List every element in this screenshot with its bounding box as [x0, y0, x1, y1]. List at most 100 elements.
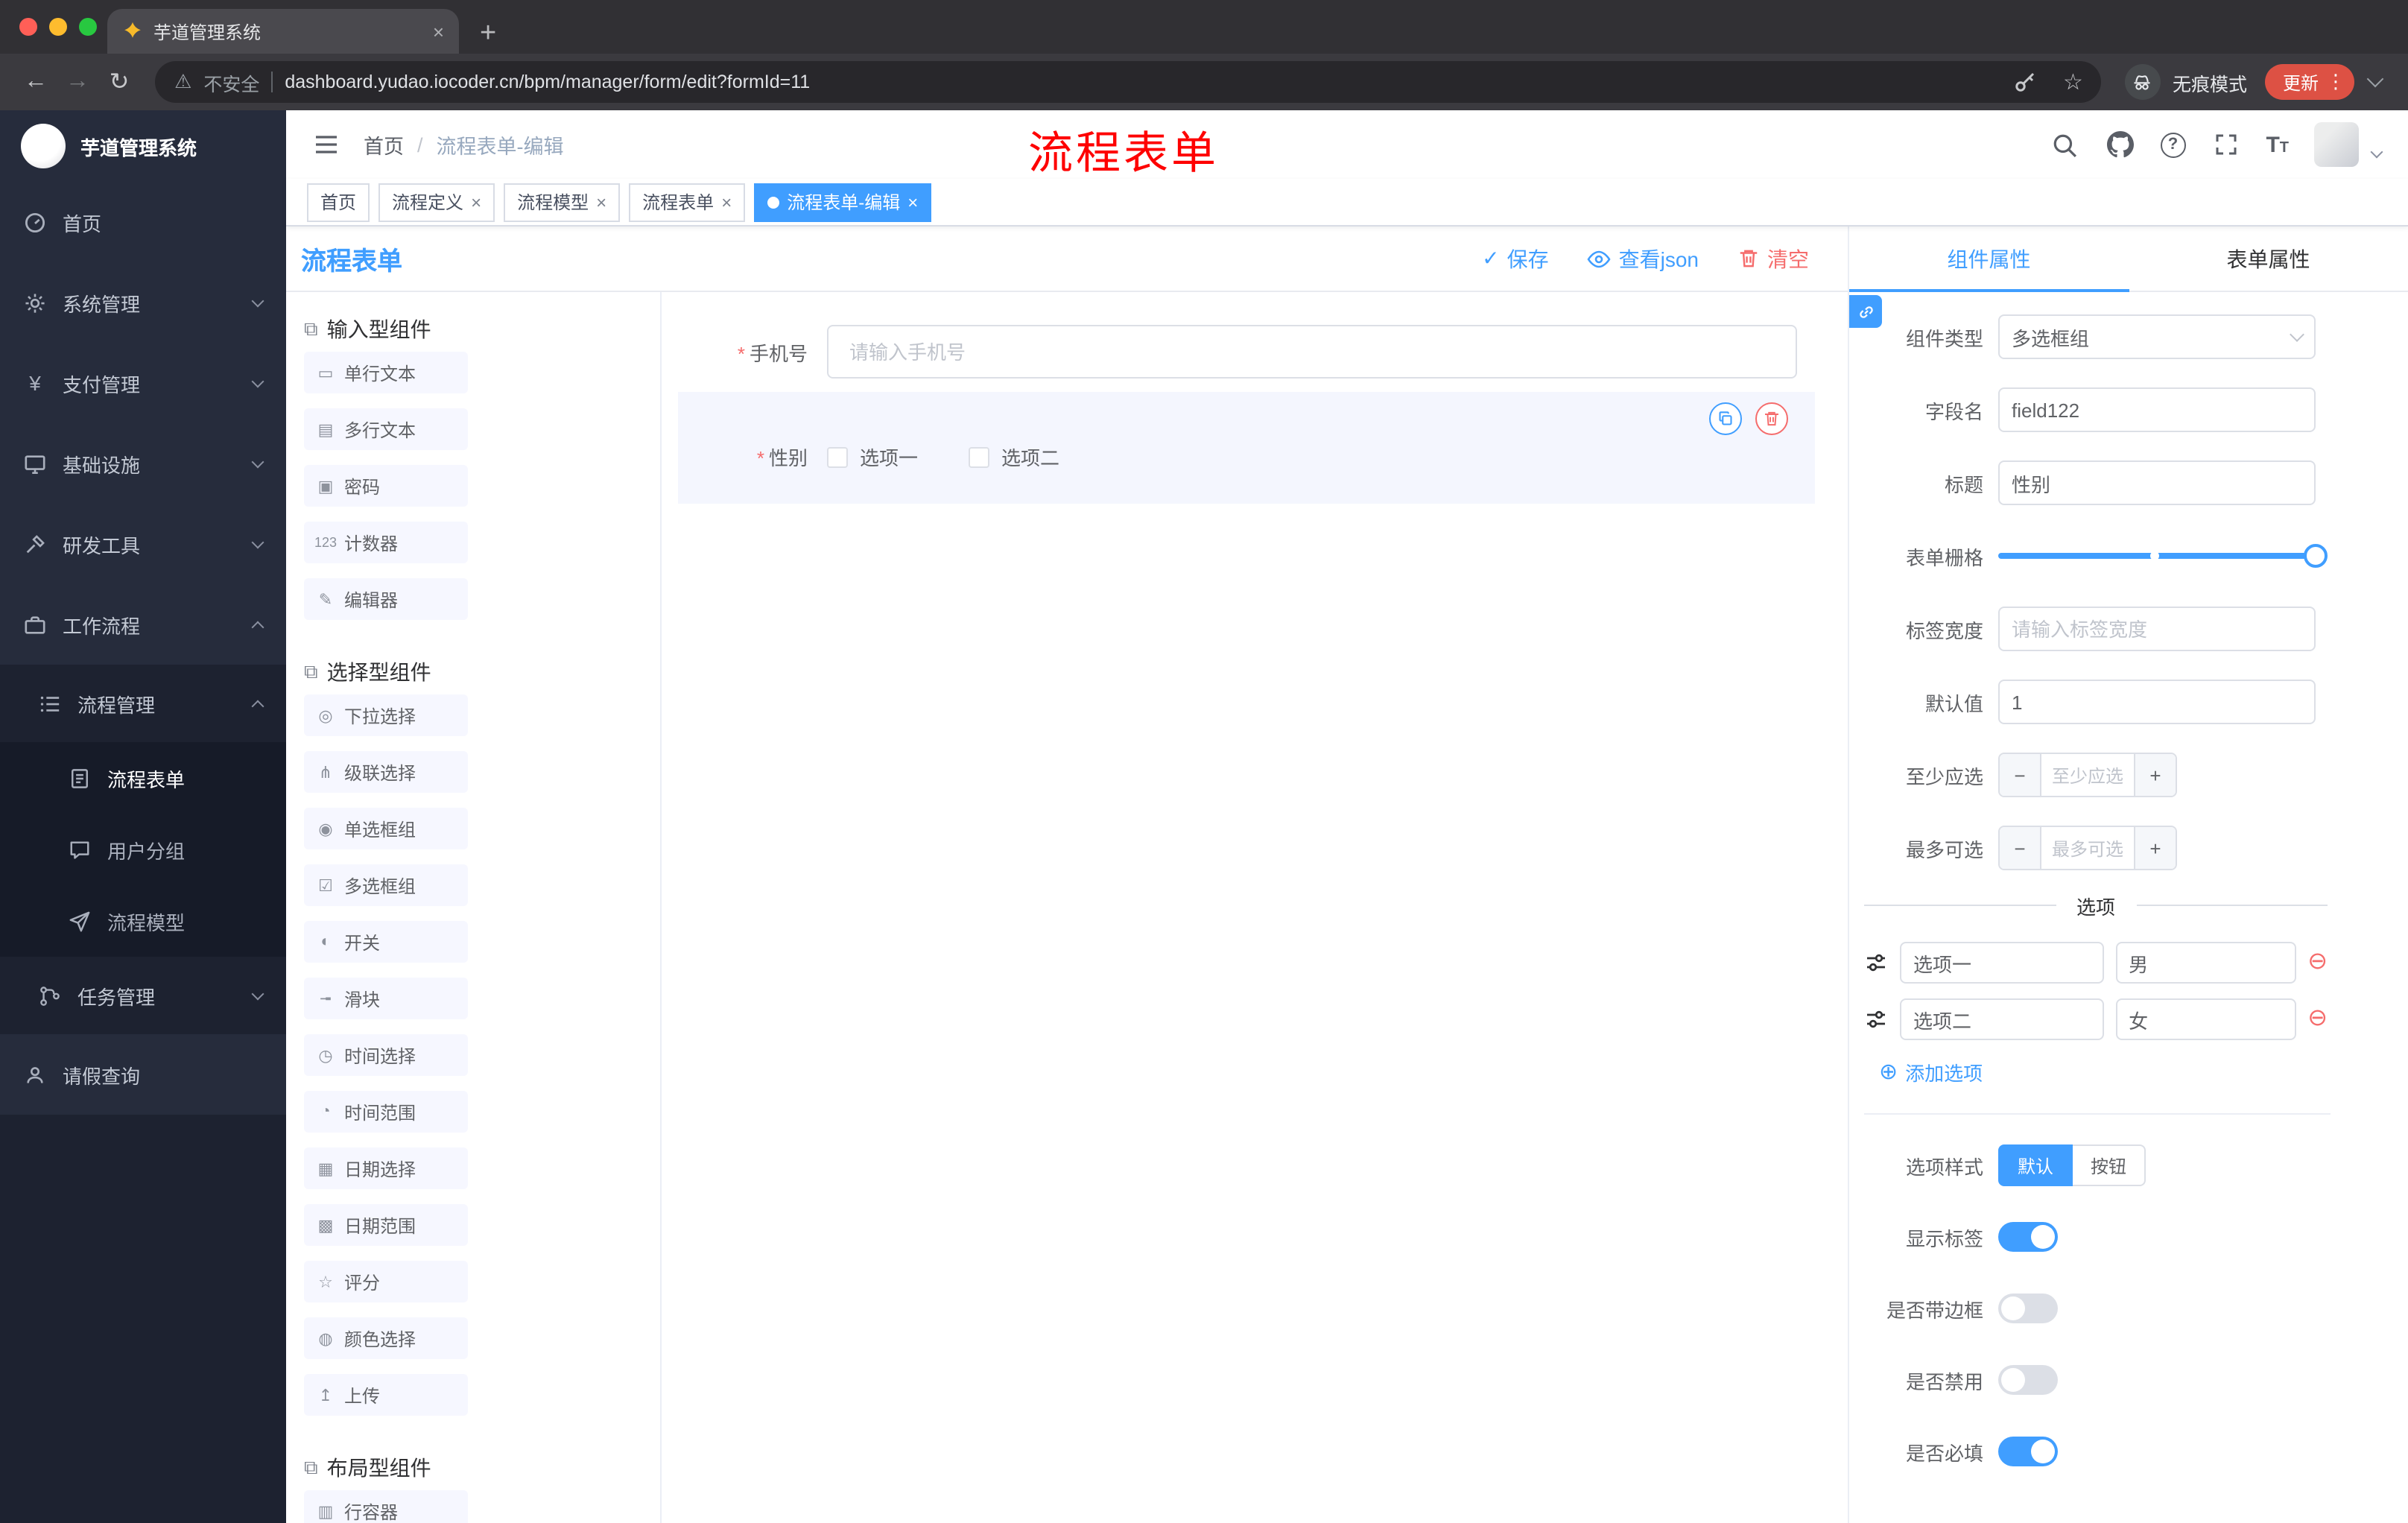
browser-tab[interactable]: 芋道管理系统 ×	[107, 9, 459, 54]
min-select-value[interactable]: 至少应选	[2041, 754, 2134, 796]
field-name-input[interactable]	[1998, 387, 2316, 432]
disabled-toggle[interactable]	[1998, 1365, 2058, 1395]
back-icon[interactable]: ←	[15, 61, 57, 103]
option-style-button-button[interactable]: 按钮	[2073, 1144, 2146, 1186]
slider-handle[interactable]	[2304, 544, 2328, 568]
address-bar[interactable]: ⚠ 不安全 dashboard.yudao.iocoder.cn/bpm/man…	[155, 61, 2101, 103]
palette-item-time-range[interactable]: ◔ 时间范围	[304, 1091, 468, 1133]
bookmark-star-icon[interactable]: ☆	[2063, 69, 2083, 95]
close-window-button[interactable]	[19, 18, 37, 36]
palette-item-radio-group[interactable]: ◉ 单选框组	[304, 808, 468, 849]
form-grid-slider[interactable]	[1998, 533, 2328, 578]
incognito-indicator[interactable]: 无痕模式	[2124, 64, 2247, 100]
tag-process-model[interactable]: 流程模型 ×	[504, 183, 621, 221]
palette-item-checkbox-group[interactable]: ☑ 多选框组	[304, 864, 468, 906]
sidebar-item-task-management[interactable]: 任务管理	[0, 957, 286, 1034]
tag-close-icon[interactable]: ×	[721, 191, 732, 212]
sidebar-item-process-form[interactable]: 流程表单	[0, 742, 286, 814]
fullscreen-icon[interactable]	[2211, 130, 2240, 159]
palette-item-date-picker[interactable]: ▦ 日期选择	[304, 1147, 468, 1189]
gender-option-2[interactable]: 选项二	[969, 443, 1059, 471]
view-json-button[interactable]: 查看json	[1588, 244, 1699, 273]
forward-icon[interactable]: →	[57, 61, 98, 103]
sidebar-item-payment[interactable]: ¥ 支付管理	[0, 343, 286, 423]
search-icon[interactable]	[2050, 130, 2079, 159]
reload-icon[interactable]: ↻	[98, 61, 140, 103]
max-select-value[interactable]: 最多可选	[2041, 827, 2134, 869]
sidebar-item-infrastructure[interactable]: 基础设施	[0, 423, 286, 504]
tag-process-form-edit[interactable]: 流程表单-编辑 ×	[754, 183, 932, 221]
sidebar-item-devtools[interactable]: 研发工具	[0, 504, 286, 584]
github-icon[interactable]	[2105, 130, 2135, 159]
link-icon[interactable]	[1849, 295, 1882, 328]
remove-option-icon[interactable]: ⊖	[2307, 950, 2328, 975]
copy-field-button[interactable]	[1709, 402, 1742, 435]
user-avatar[interactable]	[2314, 122, 2359, 167]
update-button[interactable]: 更新 ⋮	[2264, 64, 2354, 100]
option-label-input[interactable]	[1900, 942, 2104, 984]
phone-input[interactable]	[827, 325, 1797, 379]
drag-handle-icon[interactable]	[1864, 951, 1888, 975]
minimize-window-button[interactable]	[49, 18, 67, 36]
hamburger-icon[interactable]	[304, 122, 349, 167]
tab-close-icon[interactable]: ×	[433, 20, 444, 42]
password-key-icon[interactable]	[2012, 70, 2036, 94]
palette-item-counter[interactable]: 123 计数器	[304, 522, 468, 563]
decrease-button[interactable]: −	[2000, 827, 2041, 869]
breadcrumb-home[interactable]: 首页	[364, 130, 404, 159]
with-border-toggle[interactable]	[1998, 1294, 2058, 1323]
canvas-field-phone[interactable]: 手机号	[678, 325, 1815, 379]
clear-button[interactable]: 清空	[1737, 244, 1809, 273]
sidebar-item-home[interactable]: 首页	[0, 182, 286, 262]
palette-item-multi-line-text[interactable]: ▤ 多行文本	[304, 408, 468, 450]
show-label-toggle[interactable]	[1998, 1222, 2058, 1252]
palette-item-color-picker[interactable]: ◍ 颜色选择	[304, 1317, 468, 1359]
increase-button[interactable]: +	[2134, 754, 2176, 796]
max-select-stepper[interactable]: − 最多可选 +	[1998, 826, 2177, 870]
checkbox-icon[interactable]	[969, 446, 990, 467]
option-value-input[interactable]	[2115, 942, 2296, 984]
option-style-default-button[interactable]: 默认	[1998, 1144, 2073, 1186]
toolbar-caret-icon[interactable]	[2366, 70, 2384, 88]
default-value-input[interactable]	[1998, 680, 2316, 724]
tag-close-icon[interactable]: ×	[471, 191, 481, 212]
palette-item-row-container[interactable]: ▥ 行容器	[304, 1490, 468, 1523]
sidebar-item-workflow[interactable]: 工作流程	[0, 584, 286, 665]
palette-item-cascade-select[interactable]: ⋔ 级联选择	[304, 751, 468, 793]
tab-component-properties[interactable]: 组件属性	[1849, 227, 2129, 292]
palette-item-editor[interactable]: ✎ 编辑器	[304, 578, 468, 620]
new-tab-button[interactable]: +	[480, 19, 496, 48]
decrease-button[interactable]: −	[2000, 754, 2041, 796]
required-toggle[interactable]	[1998, 1437, 2058, 1466]
sidebar-item-process-model[interactable]: 流程模型	[0, 885, 286, 957]
maximize-window-button[interactable]	[79, 18, 97, 36]
save-button[interactable]: ✓ 保存	[1482, 244, 1548, 273]
min-select-stepper[interactable]: − 至少应选 +	[1998, 753, 2177, 797]
tag-process-definition[interactable]: 流程定义 ×	[378, 183, 495, 221]
tag-process-form[interactable]: 流程表单 ×	[629, 183, 746, 221]
palette-item-single-line-text[interactable]: ▭ 单行文本	[304, 352, 468, 393]
sidebar-item-process-management[interactable]: 流程管理	[0, 665, 286, 742]
palette-item-password[interactable]: ▣ 密码	[304, 465, 468, 507]
label-width-input[interactable]	[1998, 607, 2316, 651]
sidebar-item-system[interactable]: 系统管理	[0, 262, 286, 343]
increase-button[interactable]: +	[2134, 827, 2176, 869]
tag-home[interactable]: 首页	[307, 183, 370, 221]
palette-item-rating[interactable]: ☆ 评分	[304, 1261, 468, 1302]
palette-item-slider[interactable]: ╼ 滑块	[304, 978, 468, 1019]
sidebar-item-user-group[interactable]: 用户分组	[0, 814, 286, 885]
tab-form-properties[interactable]: 表单属性	[2129, 227, 2408, 291]
palette-item-time-picker[interactable]: ◷ 时间选择	[304, 1034, 468, 1076]
browser-menu-icon[interactable]: ⋮	[2326, 70, 2345, 94]
sidebar-item-leave-query[interactable]: 请假查询	[0, 1034, 286, 1115]
palette-item-date-range[interactable]: ▩ 日期范围	[304, 1204, 468, 1246]
drag-handle-icon[interactable]	[1864, 1007, 1888, 1031]
title-input[interactable]	[1998, 460, 2316, 505]
palette-item-dropdown-select[interactable]: ◎ 下拉选择	[304, 694, 468, 736]
palette-item-upload[interactable]: ↥ 上传	[304, 1374, 468, 1416]
tag-close-icon[interactable]: ×	[596, 191, 606, 212]
font-size-icon[interactable]: TT	[2266, 133, 2289, 156]
delete-field-button[interactable]	[1755, 402, 1788, 435]
tag-close-icon[interactable]: ×	[907, 191, 918, 212]
palette-item-switch[interactable]: ◐ 开关	[304, 921, 468, 963]
